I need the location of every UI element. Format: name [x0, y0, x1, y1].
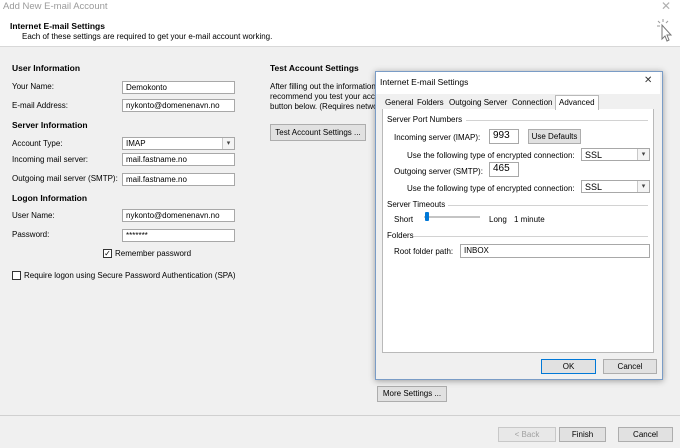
more-settings-button[interactable]: More Settings ... [377, 386, 447, 402]
test-settings-text-1: After filling out the information [270, 82, 376, 91]
incoming-enc-label: Use the following type of encrypted conn… [407, 151, 575, 160]
account-type-select[interactable]: IMAP ▾ [122, 137, 235, 150]
incoming-port-label: Incoming server (IMAP): [394, 133, 481, 142]
your-name-label: Your Name: [12, 82, 54, 91]
use-defaults-button[interactable]: Use Defaults [528, 129, 581, 144]
chevron-down-icon[interactable]: ▾ [222, 138, 234, 149]
advanced-tab-panel [382, 109, 654, 353]
remember-password-checkbox[interactable]: ✓ [103, 249, 112, 258]
page-title: Internet E-mail Settings [10, 21, 105, 31]
password-field[interactable]: ******* [122, 229, 235, 242]
wizard-cursor-icon [656, 18, 674, 44]
timeout-value: 1 minute [514, 215, 545, 224]
ports-group-label: Server Port Numbers [387, 115, 463, 124]
page-subtitle: Each of these settings are required to g… [22, 32, 273, 41]
long-label: Long [489, 215, 507, 224]
server-info-heading: Server Information [12, 120, 88, 130]
outgoing-encryption-select[interactable]: SSL ▾ [581, 180, 650, 193]
timeouts-group-label: Server Timeouts [387, 200, 446, 209]
email-address-label: E-mail Address: [12, 101, 69, 110]
incoming-encryption-select[interactable]: SSL ▾ [581, 148, 650, 161]
root-folder-field[interactable]: INBOX [460, 244, 650, 258]
root-folder-label: Root folder path: [394, 247, 454, 256]
folders-group-line [414, 236, 648, 237]
user-info-heading: User Information [12, 63, 81, 73]
cancel-button[interactable]: Cancel [618, 427, 673, 442]
back-button[interactable]: < Back [498, 427, 556, 442]
outgoing-enc-label: Use the following type of encrypted conn… [407, 184, 575, 193]
tab-general[interactable]: General [383, 97, 415, 109]
dialog-title: Internet E-mail Settings [380, 77, 469, 87]
user-name-label: User Name: [12, 211, 55, 220]
test-settings-text-2: recommend you test your acco [270, 92, 380, 101]
chevron-down-icon[interactable]: ▾ [637, 181, 649, 192]
outgoing-encryption-value: SSL [585, 182, 603, 192]
outgoing-port-field[interactable]: 465 [489, 162, 519, 177]
window-title: Add New E-mail Account [3, 1, 108, 12]
tab-folders[interactable]: Folders [415, 97, 446, 109]
incoming-port-field[interactable]: 993 [489, 129, 519, 144]
finish-button[interactable]: Finish [559, 427, 606, 442]
outgoing-server-label: Outgoing mail server (SMTP): [12, 174, 118, 183]
user-name-field[interactable]: nykonto@domenenavn.no [122, 209, 235, 222]
account-type-label: Account Type: [12, 139, 63, 148]
incoming-encryption-value: SSL [585, 150, 603, 160]
tab-outgoing-server[interactable]: Outgoing Server [447, 97, 509, 109]
test-account-settings-button[interactable]: Test Account Settings ... [270, 124, 366, 141]
timeout-slider-thumb[interactable] [425, 212, 429, 221]
timeouts-group-line [448, 205, 648, 206]
logon-info-heading: Logon Information [12, 193, 88, 203]
your-name-field[interactable]: Demokonto [122, 81, 235, 94]
password-label: Password: [12, 230, 50, 239]
incoming-server-label: Incoming mail server: [12, 155, 89, 164]
tab-advanced[interactable]: Advanced [555, 95, 599, 110]
dialog-ok-button[interactable]: OK [541, 359, 596, 374]
incoming-server-field[interactable]: mail.fastname.no [122, 153, 235, 166]
chevron-down-icon[interactable]: ▾ [637, 149, 649, 160]
outgoing-port-label: Outgoing server (SMTP): [394, 167, 483, 176]
test-settings-heading: Test Account Settings [270, 63, 359, 73]
timeout-slider-track[interactable] [424, 216, 480, 218]
remember-password-label: Remember password [115, 249, 192, 258]
close-icon[interactable]: ✕ [661, 0, 671, 13]
ports-group-line [466, 120, 648, 121]
email-address-field[interactable]: nykonto@domenenavn.no [122, 99, 235, 112]
dialog-cancel-button[interactable]: Cancel [603, 359, 657, 374]
dialog-close-icon[interactable]: ✕ [644, 75, 652, 86]
spa-label: Require logon using Secure Password Auth… [24, 271, 236, 280]
short-label: Short [394, 215, 414, 224]
outgoing-server-field[interactable]: mail.fastname.no [122, 173, 235, 186]
folders-group-label: Folders [387, 231, 414, 240]
footer-divider [0, 415, 680, 416]
tab-connection[interactable]: Connection [510, 97, 554, 109]
account-type-value: IMAP [126, 139, 146, 148]
spa-checkbox[interactable] [12, 271, 21, 280]
test-settings-text-3: button below. (Requires netwo [270, 102, 378, 111]
